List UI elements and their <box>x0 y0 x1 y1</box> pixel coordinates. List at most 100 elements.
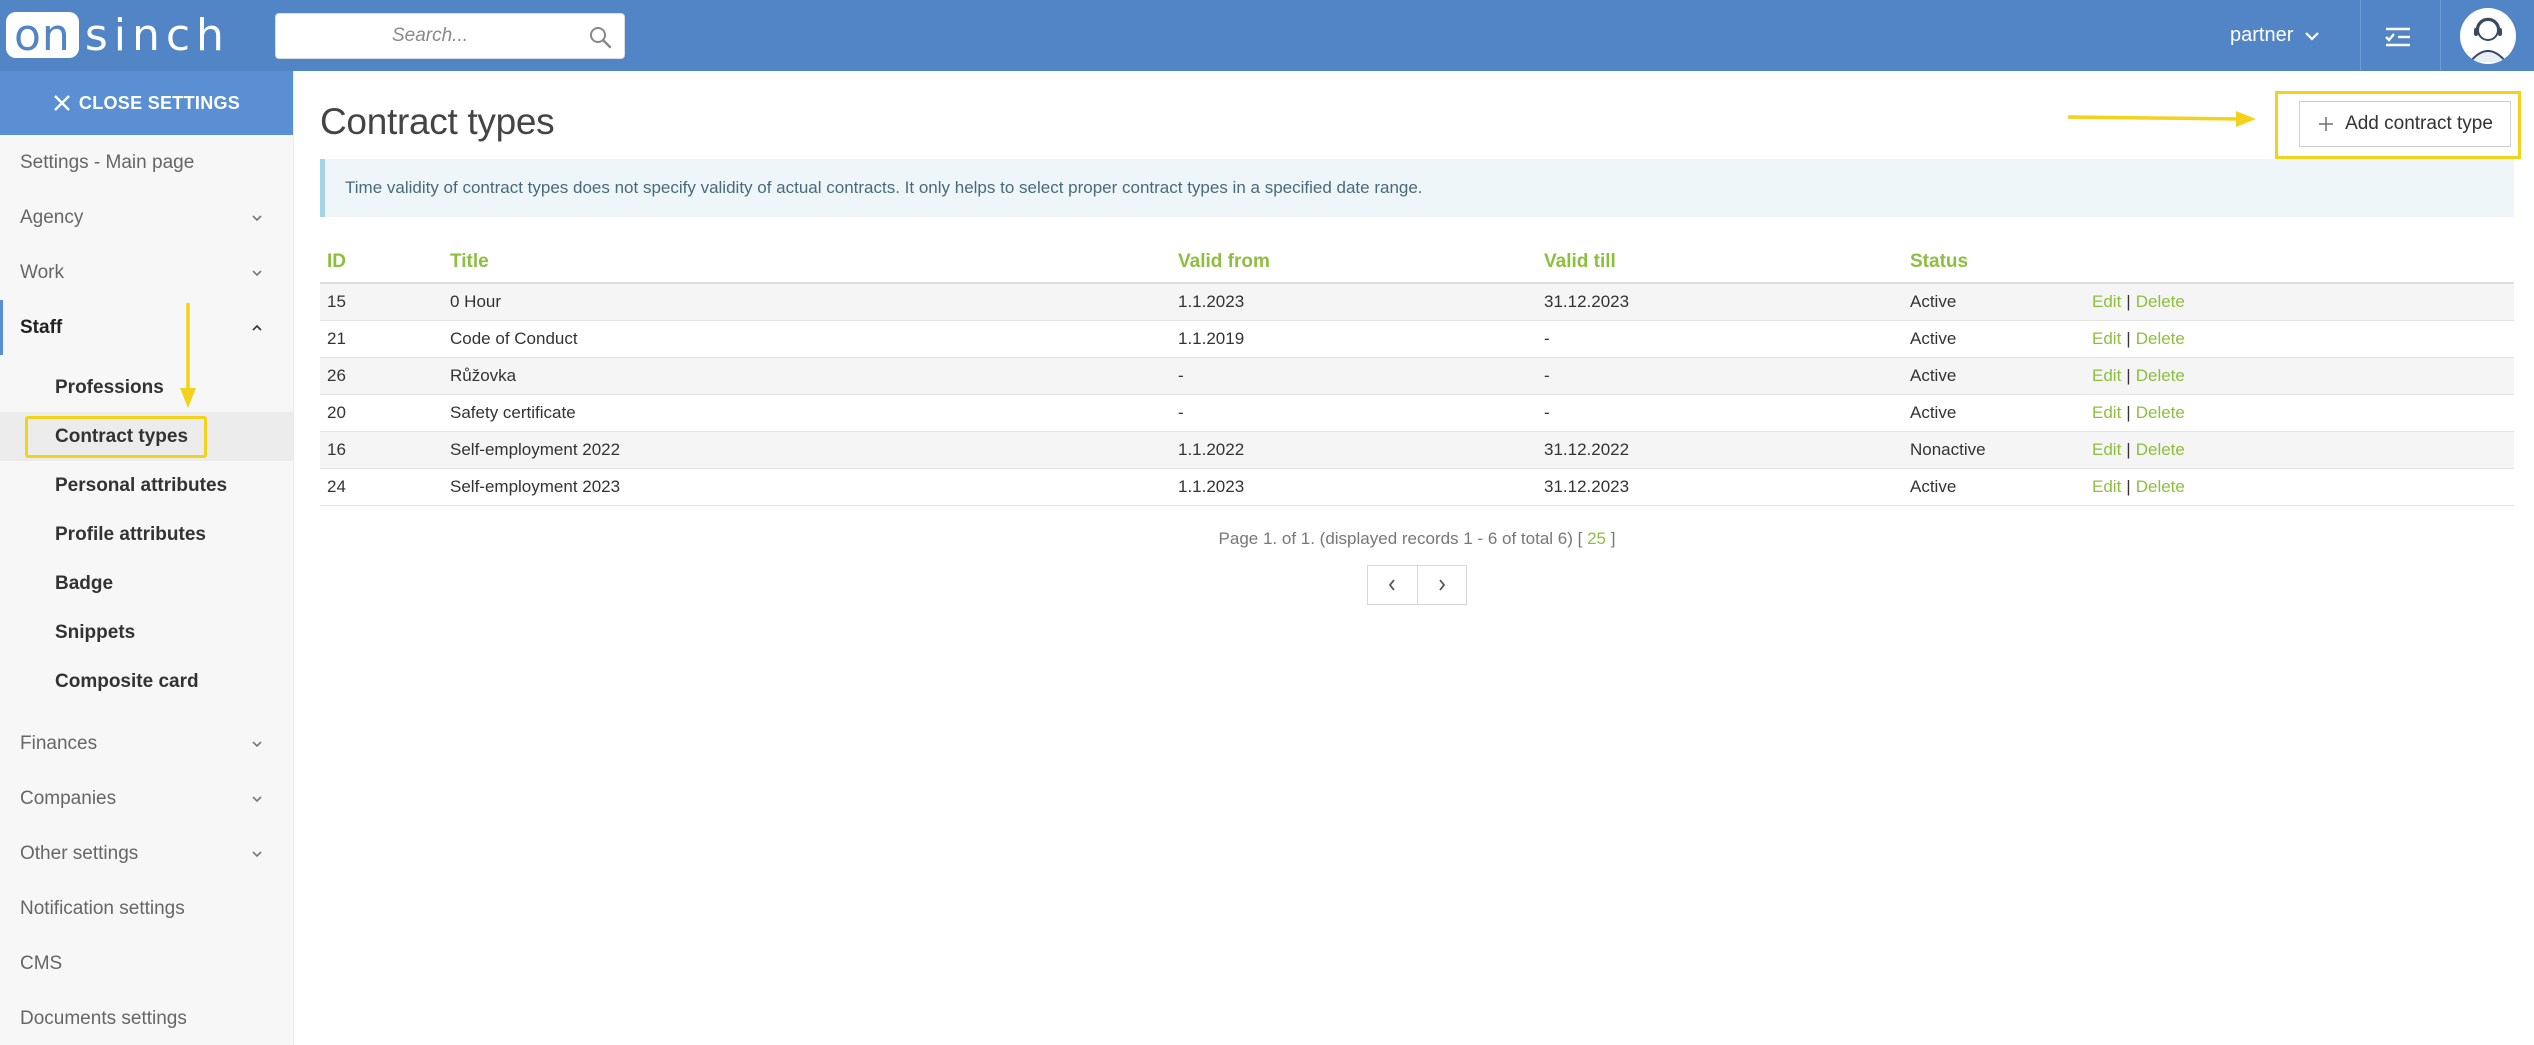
column-header-id[interactable]: ID <box>320 241 443 284</box>
cell-id: 24 <box>320 468 443 506</box>
user-avatar-icon <box>2469 17 2507 63</box>
search-icon[interactable] <box>588 25 612 49</box>
chevron-down-icon <box>252 269 262 276</box>
sidebar-item-label: CMS <box>20 952 63 974</box>
cell-status: Nonactive <box>1903 431 2085 469</box>
add-contract-type-button[interactable]: Add contract type <box>2299 101 2511 147</box>
cell-actions: Edit | Delete <box>2085 320 2514 358</box>
cell-status: Active <box>1903 394 2085 432</box>
column-header-actions <box>2085 241 2514 284</box>
delete-link[interactable]: Delete <box>2136 292 2185 311</box>
sidebar-subitem-contract-types[interactable]: Contract types <box>0 412 293 461</box>
cell-id: 26 <box>320 357 443 395</box>
tasks-checklist-icon[interactable] <box>2384 24 2412 48</box>
delete-link[interactable]: Delete <box>2136 366 2185 385</box>
cell-title: Code of Conduct <box>443 320 1171 358</box>
close-settings-button[interactable]: CLOSE SETTINGS <box>0 71 293 135</box>
sidebar-subitem-label: Snippets <box>55 621 136 643</box>
edit-link[interactable]: Edit <box>2092 477 2121 496</box>
delete-link[interactable]: Delete <box>2136 329 2185 348</box>
cell-title: 0 Hour <box>443 283 1171 321</box>
edit-link[interactable]: Edit <box>2092 292 2121 311</box>
sidebar-item-label: Agency <box>20 206 84 228</box>
sidebar-item-label: Work <box>20 261 64 283</box>
app-logo[interactable]: on sinch <box>6 10 230 61</box>
delete-link[interactable]: Delete <box>2136 403 2185 422</box>
pagination-text: Page 1. of 1. (displayed records 1 - 6 o… <box>1218 529 1583 548</box>
sidebar-subitem-personal-attributes[interactable]: Personal attributes <box>0 461 293 510</box>
cell-valid-till: 31.12.2022 <box>1537 431 1903 469</box>
sidebar-item-staff[interactable]: Staff <box>0 300 293 355</box>
settings-sidebar: CLOSE SETTINGS Settings - Main page Agen… <box>0 71 294 1045</box>
action-separator: | <box>2126 476 2131 496</box>
sidebar-item-agency[interactable]: Agency <box>0 190 293 245</box>
top-bar: on sinch partner <box>0 0 2534 71</box>
next-page-button[interactable] <box>1418 566 1467 604</box>
pagination-info: Page 1. of 1. (displayed records 1 - 6 o… <box>320 529 2514 549</box>
sidebar-item-notification-settings[interactable]: Notification settings <box>0 881 293 936</box>
chevron-right-icon <box>1439 579 1445 591</box>
sidebar-subitem-label: Professions <box>55 376 164 398</box>
page-size-link[interactable]: 25 <box>1587 529 1606 548</box>
cell-valid-from: 1.1.2023 <box>1171 283 1537 321</box>
info-alert: Time validity of contract types does not… <box>320 159 2514 217</box>
annotation-arrow-right <box>2067 111 2256 127</box>
sidebar-item-label: Companies <box>20 787 117 809</box>
info-alert-text: Time validity of contract types does not… <box>345 178 1423 197</box>
sidebar-item-documents-settings[interactable]: Documents settings <box>0 991 293 1045</box>
sidebar-item-companies[interactable]: Companies <box>0 771 293 826</box>
page-title: Contract types <box>320 101 555 142</box>
table-row: 15 0 Hour 1.1.2023 31.12.2023 Active Edi… <box>320 283 2514 321</box>
cell-status: Active <box>1903 468 2085 506</box>
sidebar-subitem-label: Personal attributes <box>55 474 228 496</box>
cell-actions: Edit | Delete <box>2085 394 2514 432</box>
prev-page-button[interactable] <box>1368 566 1418 604</box>
user-menu[interactable]: partner <box>2230 0 2320 71</box>
sidebar-subitem-profile-attributes[interactable]: Profile attributes <box>0 510 293 559</box>
chevron-left-icon <box>1389 579 1395 591</box>
avatar[interactable] <box>2460 8 2516 64</box>
chevron-down-icon <box>252 214 262 221</box>
cell-id: 16 <box>320 431 443 469</box>
pagination-controls <box>1367 565 1467 605</box>
cell-valid-from: - <box>1171 357 1537 395</box>
cell-valid-till: - <box>1537 394 1903 432</box>
edit-link[interactable]: Edit <box>2092 366 2121 385</box>
cell-title: Safety certificate <box>443 394 1171 432</box>
sidebar-subitem-snippets[interactable]: Snippets <box>0 608 293 657</box>
sidebar-subitem-label: Profile attributes <box>55 523 206 545</box>
sidebar-subitem-composite-card[interactable]: Composite card <box>0 657 293 706</box>
edit-link[interactable]: Edit <box>2092 329 2121 348</box>
cell-status: Active <box>1903 357 2085 395</box>
cell-title: Self-employment 2022 <box>443 431 1171 469</box>
user-menu-label: partner <box>2230 24 2294 46</box>
edit-link[interactable]: Edit <box>2092 403 2121 422</box>
table-row: 24 Self-employment 2023 1.1.2023 31.12.2… <box>320 468 2514 506</box>
column-header-status[interactable]: Status <box>1903 241 2085 284</box>
column-header-valid-till[interactable]: Valid till <box>1537 241 1903 284</box>
column-header-valid-from[interactable]: Valid from <box>1171 241 1537 284</box>
sidebar-item-work[interactable]: Work <box>0 245 293 300</box>
chevron-up-icon <box>252 324 262 331</box>
cell-id: 15 <box>320 283 443 321</box>
topbar-divider <box>2440 0 2441 71</box>
chevron-down-icon <box>2305 31 2320 41</box>
cell-valid-from: 1.1.2022 <box>1171 431 1537 469</box>
sidebar-subitem-professions[interactable]: Professions <box>0 363 293 412</box>
search-input[interactable] <box>276 14 624 58</box>
table-row: 26 Růžovka - - Active Edit | Delete <box>320 357 2514 395</box>
delete-link[interactable]: Delete <box>2136 440 2185 459</box>
close-icon <box>54 95 70 111</box>
column-header-title[interactable]: Title <box>443 241 1171 284</box>
sidebar-item-label: Finances <box>20 732 98 754</box>
sidebar-item-label: Documents settings <box>20 1007 187 1029</box>
sidebar-subitem-badge[interactable]: Badge <box>0 559 293 608</box>
sidebar-item-main-page[interactable]: Settings - Main page <box>0 135 293 190</box>
sidebar-item-finances[interactable]: Finances <box>0 716 293 771</box>
chevron-down-icon <box>252 850 262 857</box>
cell-valid-till: - <box>1537 357 1903 395</box>
sidebar-item-cms[interactable]: CMS <box>0 936 293 991</box>
delete-link[interactable]: Delete <box>2136 477 2185 496</box>
sidebar-item-other-settings[interactable]: Other settings <box>0 826 293 881</box>
edit-link[interactable]: Edit <box>2092 440 2121 459</box>
